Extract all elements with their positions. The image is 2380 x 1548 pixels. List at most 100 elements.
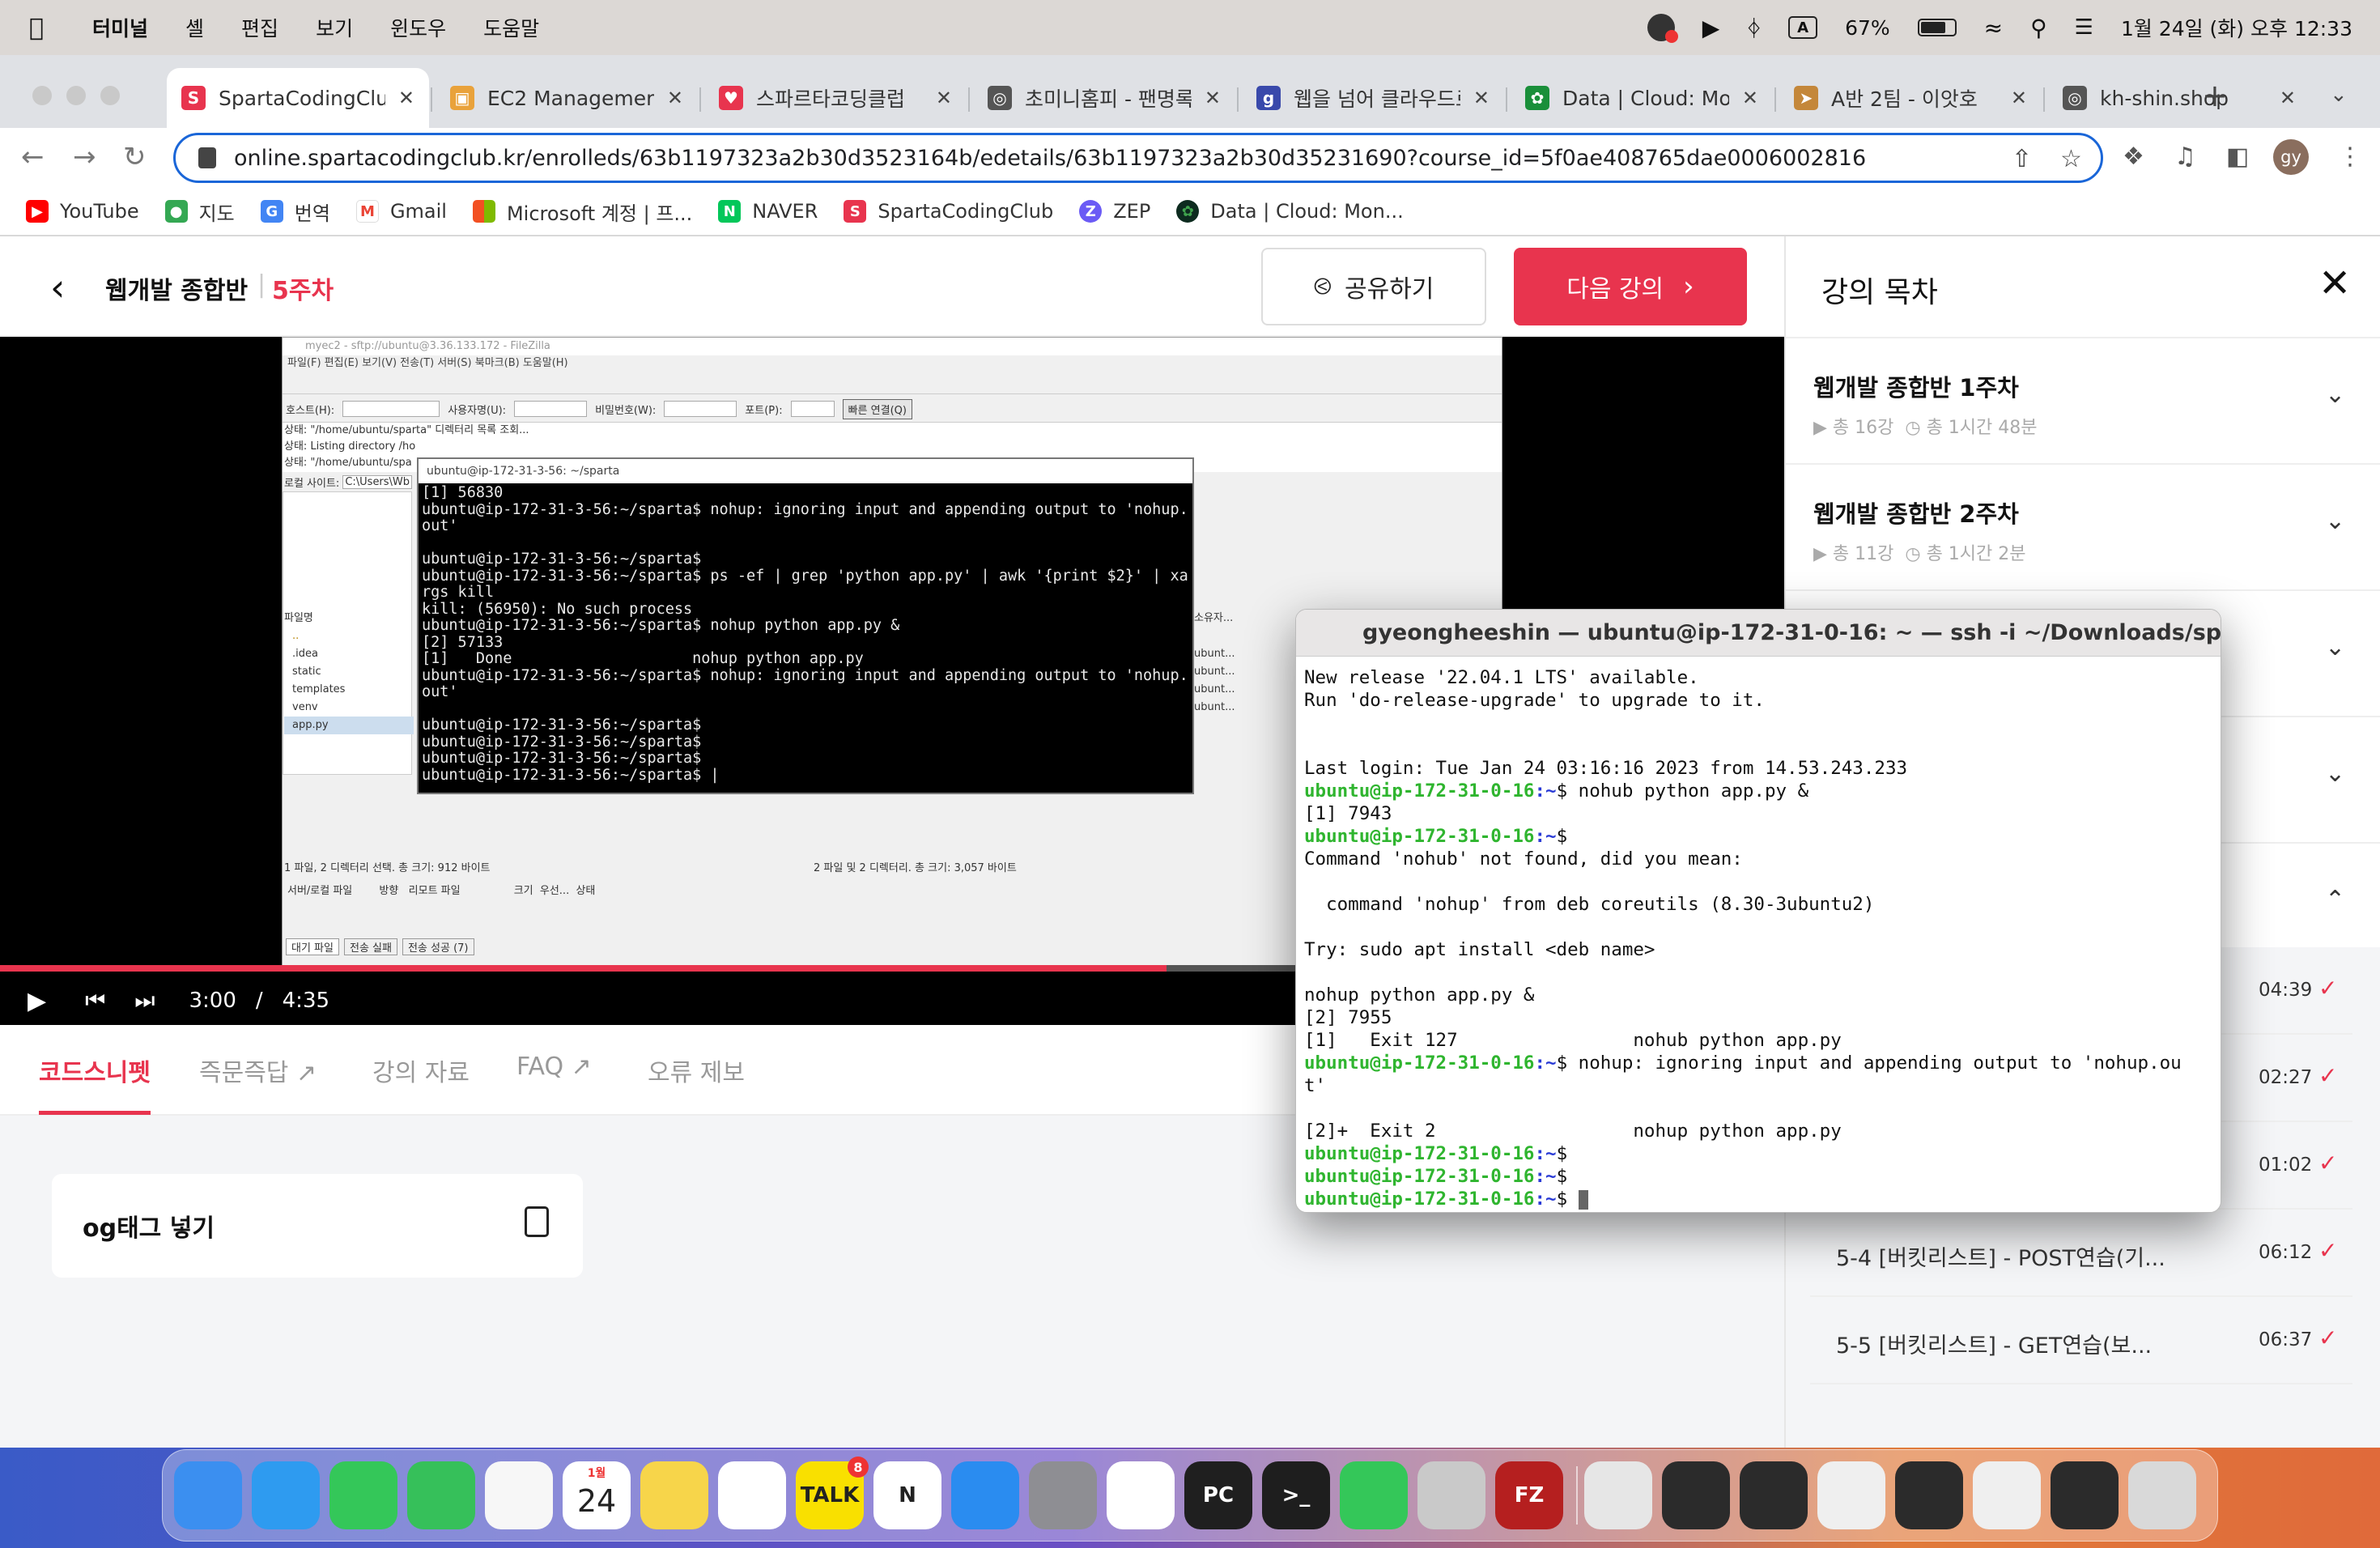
queue-tab[interactable]: 대기 파일 (286, 938, 339, 955)
bookmark-star-icon[interactable]: ☆ (2060, 145, 2082, 173)
host-field[interactable] (342, 401, 440, 417)
terminal-titlebar[interactable]: gyeongheeshin — ubuntu@ip-172-31-0-16: ~… (1296, 610, 2221, 657)
file-entry[interactable]: venv (284, 699, 414, 717)
file-entry[interactable]: static (284, 663, 414, 681)
side-panel-icon[interactable]: ◧ (2226, 142, 2249, 171)
share-button[interactable]: ⧀ 공유하기 (1261, 248, 1486, 325)
week-section-1[interactable]: 웹개발 종합반 1주차 ▶ 총 16강 ◷ 총 1시간 48분 ⌄ (1786, 337, 2380, 463)
tab-close-icon[interactable]: ✕ (2011, 87, 2027, 109)
pass-field[interactable] (664, 401, 737, 417)
back-chevron-icon[interactable]: ‹ (50, 266, 65, 309)
url-text[interactable]: online.spartacodingclub.kr/enrolleds/63b… (234, 146, 1866, 171)
tab-close-icon[interactable]: ✕ (398, 87, 414, 109)
tab-close-icon[interactable]: ✕ (667, 87, 683, 109)
filezilla-toolbar[interactable] (283, 372, 1502, 394)
quickconnect-button[interactable]: 빠른 연결(Q) (842, 398, 912, 419)
bookmark-gmail[interactable]: M Gmail (355, 200, 447, 223)
tab-report-error[interactable]: 오류 제보 (648, 1053, 745, 1088)
spotlight-search-icon[interactable]: ⚲ (2030, 15, 2047, 41)
reload-icon[interactable]: ↻ (123, 141, 147, 173)
media-queue-icon[interactable]: ♫ (2174, 142, 2196, 171)
tab-close-icon[interactable]: ✕ (1473, 87, 1490, 109)
input-source-icon[interactable]: A (1788, 16, 1818, 39)
pycharm-icon[interactable]: PC (1184, 1461, 1252, 1529)
photos-icon[interactable] (485, 1461, 553, 1529)
menu-view[interactable]: 보기 (316, 13, 353, 42)
browser-tab[interactable]: ◎ 초미니홈피 - 팬명록 ✕ (973, 68, 1235, 128)
play-icon[interactable]: ▶ (28, 987, 46, 1015)
bookmark-mongodb[interactable]: ✿ Data | Cloud: Mon... (1176, 200, 1404, 223)
kakaotalk-icon[interactable]: TALK 8 (796, 1457, 869, 1529)
play-circle-icon[interactable]: ▶ (1702, 15, 1720, 41)
lesson-row[interactable]: 5-4 [버킷리스트] - POST연습(기... 06:12 ✓ (1810, 1210, 2352, 1297)
share-page-icon[interactable]: ⇧ (2012, 145, 2032, 173)
bookmark-sparta[interactable]: S SpartaCodingClub (844, 200, 1053, 223)
browser-tab[interactable]: g 웹을 넘어 클라우드로 ✕ (1242, 68, 1504, 128)
recent-window-1-icon[interactable] (1584, 1461, 1652, 1529)
menu-edit[interactable]: 편집 (241, 13, 278, 42)
slack-icon[interactable] (718, 1461, 786, 1529)
window-minimize-button[interactable] (66, 86, 86, 105)
tab-close-icon[interactable]: ✕ (1205, 87, 1221, 109)
chevron-down-icon[interactable]: ⌄ (2325, 381, 2345, 409)
kebab-menu-icon[interactable]: ⋮ (2338, 142, 2362, 171)
notion-icon[interactable]: N (873, 1461, 941, 1529)
browser-tab[interactable]: ▣ EC2 Management ✕ (436, 68, 698, 128)
safari-icon[interactable] (252, 1461, 320, 1529)
bookmark-zep[interactable]: Z ZEP (1079, 200, 1150, 223)
chevron-down-icon[interactable]: ⌄ (2325, 507, 2345, 535)
messages-icon[interactable] (329, 1461, 397, 1529)
browser-tab[interactable]: ➤ A반 2팀 - 이앗호 ✕ (1779, 68, 2042, 128)
week-section-2[interactable]: 웹개발 종합반 2주차 ▶ 총 11강 ◷ 총 1시간 2분 ⌄ (1786, 463, 2380, 589)
tab-close-icon[interactable]: ✕ (1742, 87, 1758, 109)
lock-icon[interactable] (198, 147, 216, 168)
finder-icon[interactable] (174, 1461, 242, 1529)
window-close-button[interactable] (32, 86, 52, 105)
forward-arrow-icon[interactable]: → (73, 141, 96, 173)
tab-search-icon[interactable]: ⌄ (2330, 83, 2348, 107)
back-arrow-icon[interactable]: ← (21, 141, 45, 173)
recent-window-4-icon[interactable] (1817, 1461, 1885, 1529)
snippet-card[interactable]: og태그 넣기 (52, 1174, 583, 1278)
browser-tab[interactable]: ✿ Data | Cloud: Mongo ✕ (1511, 68, 1773, 128)
next-lecture-button[interactable]: 다음 강의 › (1514, 248, 1747, 325)
browser-tab[interactable]: ◎ kh-shin.shop ✕ (2048, 68, 2310, 128)
file-entry[interactable]: .. (284, 627, 414, 645)
recording-icon[interactable] (1647, 14, 1678, 43)
close-icon[interactable]: ✕ (2318, 261, 2351, 306)
recent-window-3-icon[interactable] (1740, 1461, 1808, 1529)
find-my-icon[interactable] (407, 1461, 475, 1529)
next-track-icon[interactable]: ⏭ (134, 987, 155, 1014)
queue-tab[interactable]: 전송 실패 (343, 938, 397, 955)
bookmark-youtube[interactable]: ▶ YouTube (26, 200, 139, 223)
notes-icon[interactable] (640, 1461, 708, 1529)
keychain-icon[interactable] (1417, 1461, 1485, 1529)
chevron-down-icon[interactable]: ⌄ (2325, 759, 2345, 788)
control-center-icon[interactable]: ☰ (2075, 15, 2093, 40)
new-tab-icon[interactable]: + (2202, 78, 2228, 113)
previous-icon[interactable]: ⏮ (85, 987, 105, 1014)
file-entry[interactable]: .idea (284, 645, 414, 663)
recent-window-6-icon[interactable] (1973, 1461, 2041, 1529)
local-file-list[interactable]: 파일명 .. .idea static templates venv app.p… (284, 610, 414, 734)
wifi-icon[interactable]: ≈ (1984, 15, 2003, 41)
chevron-up-icon[interactable]: ⌃ (2325, 886, 2345, 914)
profile-avatar[interactable]: gy (2273, 139, 2309, 175)
extensions-icon[interactable]: ❖ (2123, 142, 2144, 171)
tab-close-icon[interactable]: ✕ (2280, 87, 2296, 109)
bookmark-translate[interactable]: G 번역 (260, 198, 330, 226)
file-entry[interactable]: templates (284, 681, 414, 699)
system-settings-icon[interactable] (1029, 1461, 1097, 1529)
address-bar[interactable]: online.spartacodingclub.kr/enrolleds/63b… (173, 133, 2103, 183)
battery-icon[interactable] (1917, 19, 1957, 36)
apple-icon[interactable]:  (29, 14, 44, 42)
tab-materials[interactable]: 강의 자료 (372, 1053, 470, 1088)
filezilla-menu[interactable]: 파일(F) 편집(E) 보기(V) 전송(T) 서버(S) 북마크(B) 도움말… (283, 355, 1502, 372)
port-field[interactable] (790, 401, 835, 417)
menu-app-name[interactable]: 터미널 (92, 13, 148, 42)
bookmark-naver[interactable]: N NAVER (718, 200, 818, 223)
user-field[interactable] (514, 401, 588, 417)
browser-tab[interactable]: ♥ 스파르타코딩클럽 ✕ (704, 68, 967, 128)
browser-tab[interactable]: S SpartaCodingClub ✕ (167, 68, 429, 128)
menu-help[interactable]: 도움말 (483, 13, 539, 42)
